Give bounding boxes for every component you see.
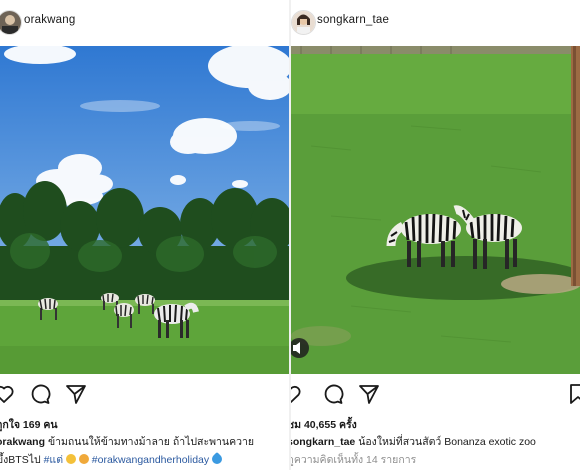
likes-count[interactable]: ถูกใจ 169 คน bbox=[0, 416, 58, 433]
comment-icon[interactable] bbox=[321, 382, 345, 406]
post-caption: orakwang ข้ามถนนให้ข้ามทางม้าลาย ถ้าไปสะ… bbox=[0, 434, 254, 450]
share-icon[interactable] bbox=[357, 382, 381, 406]
post-username[interactable]: orakwang bbox=[24, 14, 75, 26]
heart-icon[interactable] bbox=[0, 382, 16, 406]
grin-emoji-icon bbox=[78, 454, 89, 464]
post-photo[interactable] bbox=[291, 46, 580, 374]
blue-heart-emoji-icon bbox=[209, 451, 225, 467]
post-caption-line2: ขึ้งBTSไป #แต่ #orakwangandherholiday bbox=[0, 451, 225, 468]
share-icon[interactable] bbox=[64, 382, 88, 406]
caption-username[interactable]: songkarn_tae bbox=[291, 436, 355, 448]
post-photo[interactable] bbox=[0, 46, 289, 374]
post-username[interactable]: songkarn_tae bbox=[317, 14, 389, 26]
caption-text: ขึ้งBTSไป bbox=[0, 454, 41, 466]
smiley-emoji-icon bbox=[65, 454, 76, 464]
right-post: songkarn_tae ชม 40,655 ครั้ง songkarn_ta… bbox=[291, 0, 580, 470]
avatar[interactable] bbox=[291, 10, 316, 35]
post-caption: songkarn_tae น้องใหม่ที่สวนสัตว์ Bonanza… bbox=[291, 434, 536, 450]
post-actions bbox=[0, 382, 289, 408]
post-actions bbox=[291, 382, 580, 408]
left-post: orakwang ถูกใจ 169 คน orakwang ข้ามถนนให… bbox=[0, 0, 289, 470]
caption-text: น้องใหม่ที่สวนสัตว์ Bonanza exotic zoo bbox=[358, 436, 536, 448]
hashtag-link[interactable]: #แต่ bbox=[44, 454, 63, 466]
left-post-header: orakwang bbox=[0, 0, 289, 46]
avatar[interactable] bbox=[0, 10, 22, 35]
views-count[interactable]: ชม 40,655 ครั้ง bbox=[291, 416, 357, 433]
caption-text: ข้ามถนนให้ข้ามทางม้าลาย ถ้าไปสะพานควาย bbox=[47, 436, 255, 448]
hashtag-link[interactable]: #orakwangandherholiday bbox=[92, 454, 209, 466]
right-post-header: songkarn_tae bbox=[291, 0, 580, 46]
caption-username[interactable]: orakwang bbox=[0, 436, 45, 448]
heart-icon[interactable] bbox=[291, 382, 303, 406]
view-all-comments-link[interactable]: ดูความคิดเห็นทั้ง 14 รายการ bbox=[291, 451, 416, 468]
comment-icon[interactable] bbox=[28, 382, 52, 406]
bookmark-icon[interactable] bbox=[566, 382, 580, 406]
